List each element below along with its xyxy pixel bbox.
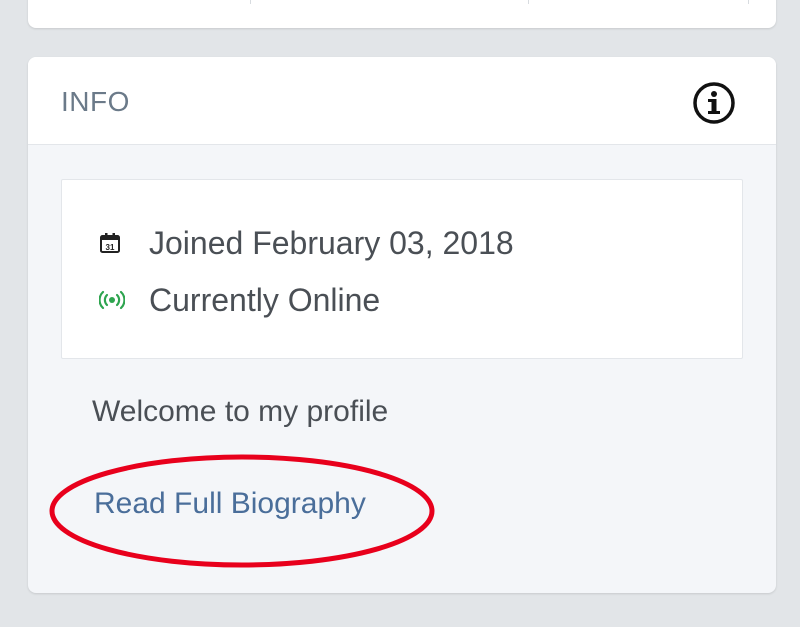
info-card-header: INFO — [28, 57, 776, 145]
svg-text:31: 31 — [106, 243, 115, 252]
previous-card — [28, 0, 776, 28]
calendar-icon: 31 — [99, 232, 121, 254]
tab-divider — [528, 0, 529, 4]
welcome-message: Welcome to my profile — [92, 395, 389, 428]
profile-details-box: 31 Joined February 03, 2018 Currently On… — [61, 179, 743, 359]
online-status-text: Currently Online — [149, 281, 381, 318]
online-broadcast-icon — [98, 289, 126, 311]
tab-divider — [748, 0, 749, 4]
read-full-biography-link[interactable]: Read Full Biography — [94, 487, 366, 521]
joined-date-row: 31 Joined February 03, 2018 — [99, 223, 514, 263]
info-circle-icon[interactable] — [692, 81, 736, 125]
info-title: INFO — [61, 86, 130, 117]
online-status-row: Currently Online — [98, 280, 381, 320]
info-card: INFO 31 Joined February 03, 2018 Current… — [28, 57, 776, 593]
joined-date-text: Joined February 03, 2018 — [149, 224, 514, 261]
tab-divider — [250, 0, 251, 4]
